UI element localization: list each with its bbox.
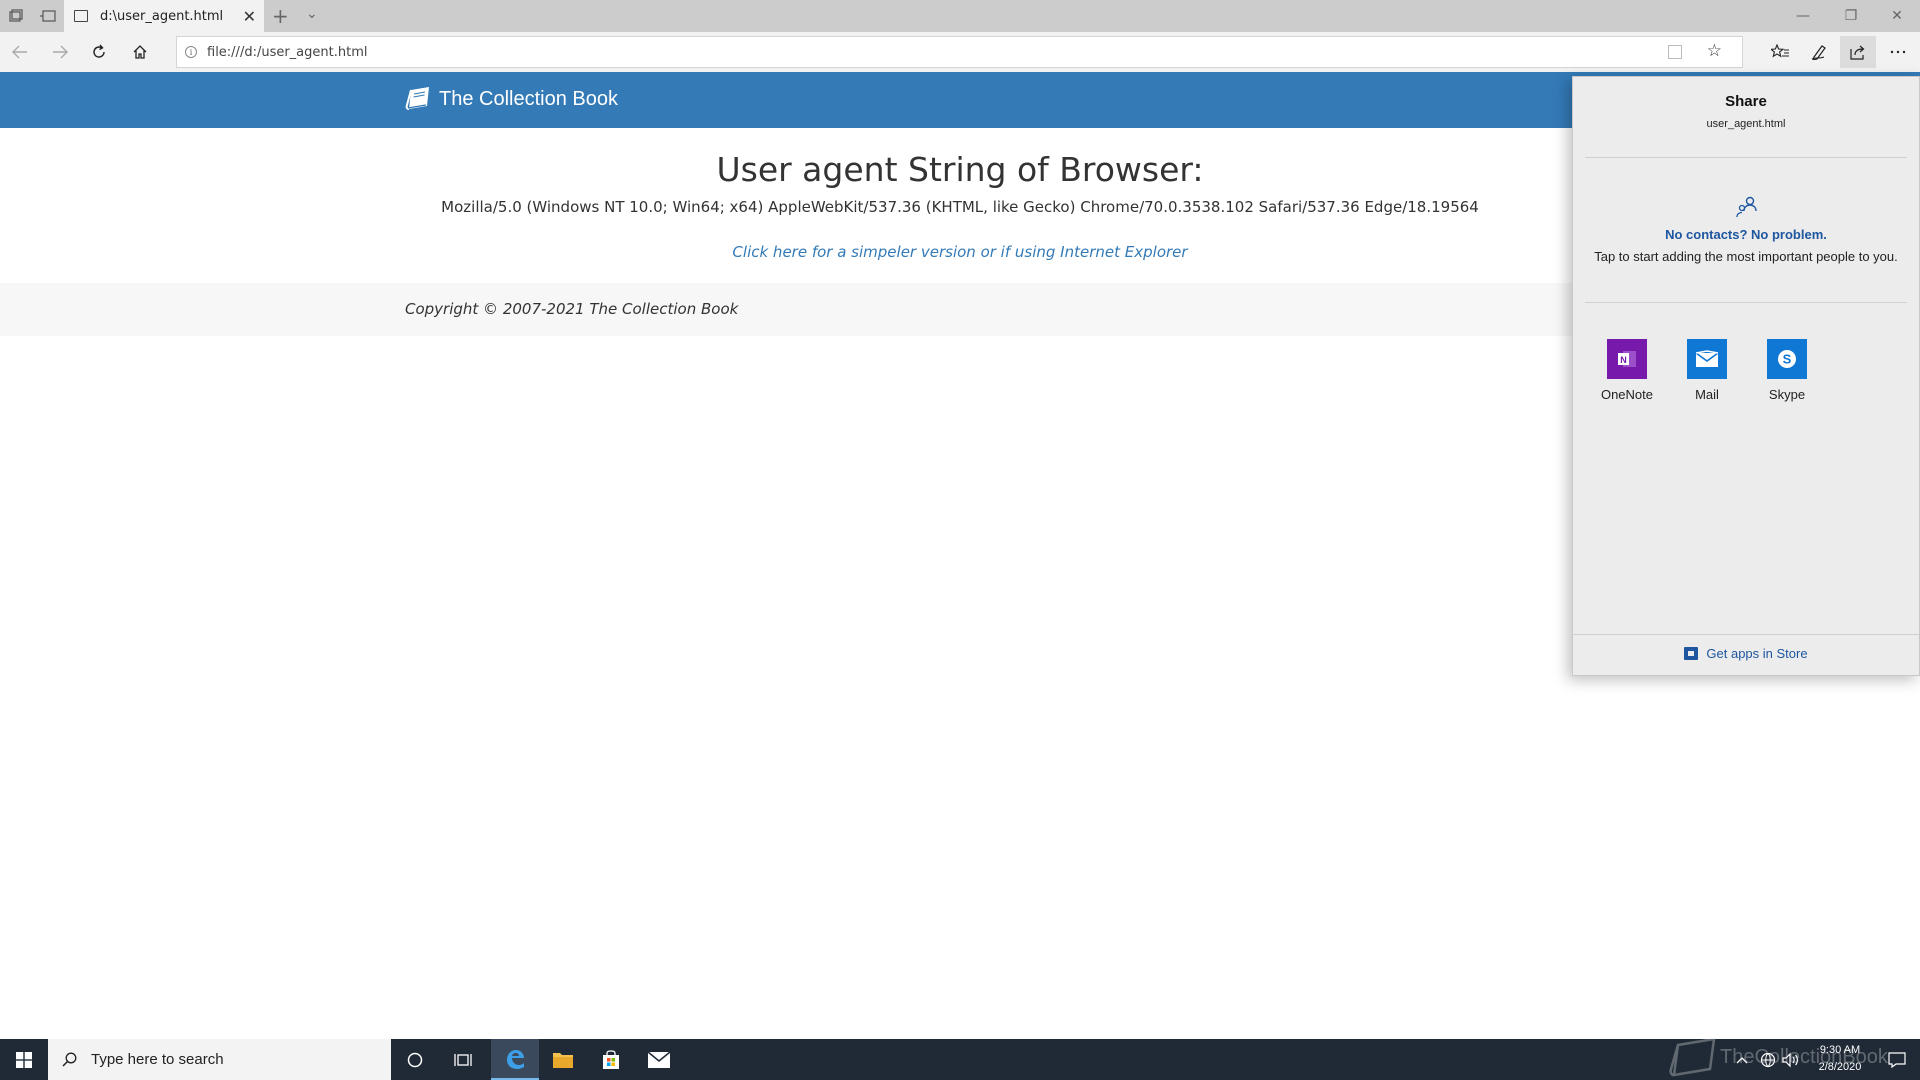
share-app-onenote[interactable]: N OneNote <box>1587 339 1667 402</box>
share-app-skype[interactable]: S Skype <box>1747 339 1827 402</box>
copyright-text: Copyright © 2007-2021 The Collection Boo… <box>405 300 739 318</box>
share-pane: Share user_agent.html No contacts? No pr… <box>1572 76 1920 676</box>
close-tab-icon[interactable]: ✕ <box>243 7 256 26</box>
taskbar: Type here to search 9:30 AM 2/8/2020 <box>0 1039 1920 1080</box>
tab-list-chevron-icon[interactable]: ⌄ <box>306 6 318 22</box>
divider <box>1585 157 1907 158</box>
site-brand-label: The Collection Book <box>439 87 618 110</box>
reading-view-icon[interactable] <box>1668 45 1682 59</box>
share-file-name: user_agent.html <box>1706 118 1786 130</box>
page-icon <box>74 10 88 22</box>
skype-icon: S <box>1767 339 1807 379</box>
forward-arrow-icon[interactable] <box>44 36 76 68</box>
share-title: Share <box>1725 93 1767 110</box>
clock-date: 2/8/2020 <box>1818 1061 1862 1073</box>
address-bar[interactable]: i file:///d:/user_agent.html ☆ <box>176 36 1743 68</box>
no-contacts-heading[interactable]: No contacts? No problem. <box>1573 227 1919 242</box>
show-hidden-icons[interactable] <box>1736 1039 1748 1080</box>
more-icon[interactable] <box>1880 36 1916 68</box>
get-apps-in-store-link[interactable]: Get apps in Store <box>1573 646 1919 661</box>
file-explorer-icon[interactable] <box>539 1039 587 1080</box>
mail-icon <box>1687 339 1727 379</box>
network-icon[interactable] <box>1760 1039 1776 1080</box>
mail-icon[interactable] <box>635 1039 683 1080</box>
book-logo-icon <box>405 87 429 110</box>
new-tab-icon[interactable]: + <box>272 4 289 28</box>
tab-user-agent[interactable]: d:\user_agent.html ✕ <box>64 0 264 32</box>
favorite-star-icon[interactable]: ☆ <box>1707 41 1722 61</box>
back-arrow-icon[interactable] <box>4 36 36 68</box>
restore-button[interactable]: ❐ <box>1828 0 1874 32</box>
svg-text:N: N <box>1620 355 1627 365</box>
site-info-icon[interactable]: i <box>185 46 197 58</box>
contacts-icon[interactable] <box>1735 195 1759 219</box>
tab-title: d:\user_agent.html <box>100 8 224 24</box>
windows-start-icon[interactable] <box>0 1039 48 1080</box>
divider <box>1585 302 1907 303</box>
home-icon[interactable] <box>124 36 156 68</box>
address-text[interactable]: file:///d:/user_agent.html <box>207 45 367 60</box>
share-app-label: OneNote <box>1600 387 1654 402</box>
action-center-icon[interactable] <box>1888 1039 1906 1080</box>
share-app-mail[interactable]: Mail <box>1667 339 1747 402</box>
favorites-hub-icon[interactable] <box>1762 36 1798 68</box>
volume-icon[interactable] <box>1782 1039 1800 1080</box>
cortana-icon[interactable] <box>391 1039 439 1080</box>
store-link-label: Get apps in Store <box>1706 646 1808 661</box>
task-view-icon[interactable] <box>439 1039 487 1080</box>
minimize-button[interactable]: — <box>1780 0 1826 32</box>
contacts-hint[interactable]: Tap to start adding the most important p… <box>1573 249 1919 264</box>
share-app-label: Skype <box>1768 387 1806 402</box>
taskbar-clock[interactable]: 9:30 AM 2/8/2020 <box>1800 1042 1880 1076</box>
store-icon[interactable] <box>587 1039 635 1080</box>
refresh-icon[interactable] <box>83 36 115 68</box>
set-tabs-aside-icon[interactable] <box>0 0 32 32</box>
pen-icon[interactable] <box>1801 36 1837 68</box>
search-placeholder[interactable]: Type here to search <box>91 1051 224 1068</box>
share-icon[interactable] <box>1840 36 1876 68</box>
site-brand[interactable]: The Collection Book <box>405 86 618 112</box>
browser-toolbar: i file:///d:/user_agent.html ☆ <box>0 32 1920 72</box>
tab-preview-icon[interactable] <box>32 0 64 32</box>
share-app-label: Mail <box>1695 387 1719 402</box>
edge-icon[interactable] <box>491 1039 539 1080</box>
close-window-button[interactable]: ✕ <box>1874 0 1920 32</box>
onenote-icon: N <box>1607 339 1647 379</box>
svg-text:S: S <box>1783 352 1792 367</box>
search-icon <box>62 1052 77 1067</box>
taskbar-search-box[interactable]: Type here to search <box>48 1039 391 1080</box>
store-bag-icon <box>1684 647 1699 660</box>
browser-tab-bar: d:\user_agent.html ✕ + ⌄ — ❐ ✕ <box>0 0 1920 32</box>
divider <box>1573 634 1919 635</box>
clock-time: 9:30 AM <box>1819 1044 1861 1056</box>
